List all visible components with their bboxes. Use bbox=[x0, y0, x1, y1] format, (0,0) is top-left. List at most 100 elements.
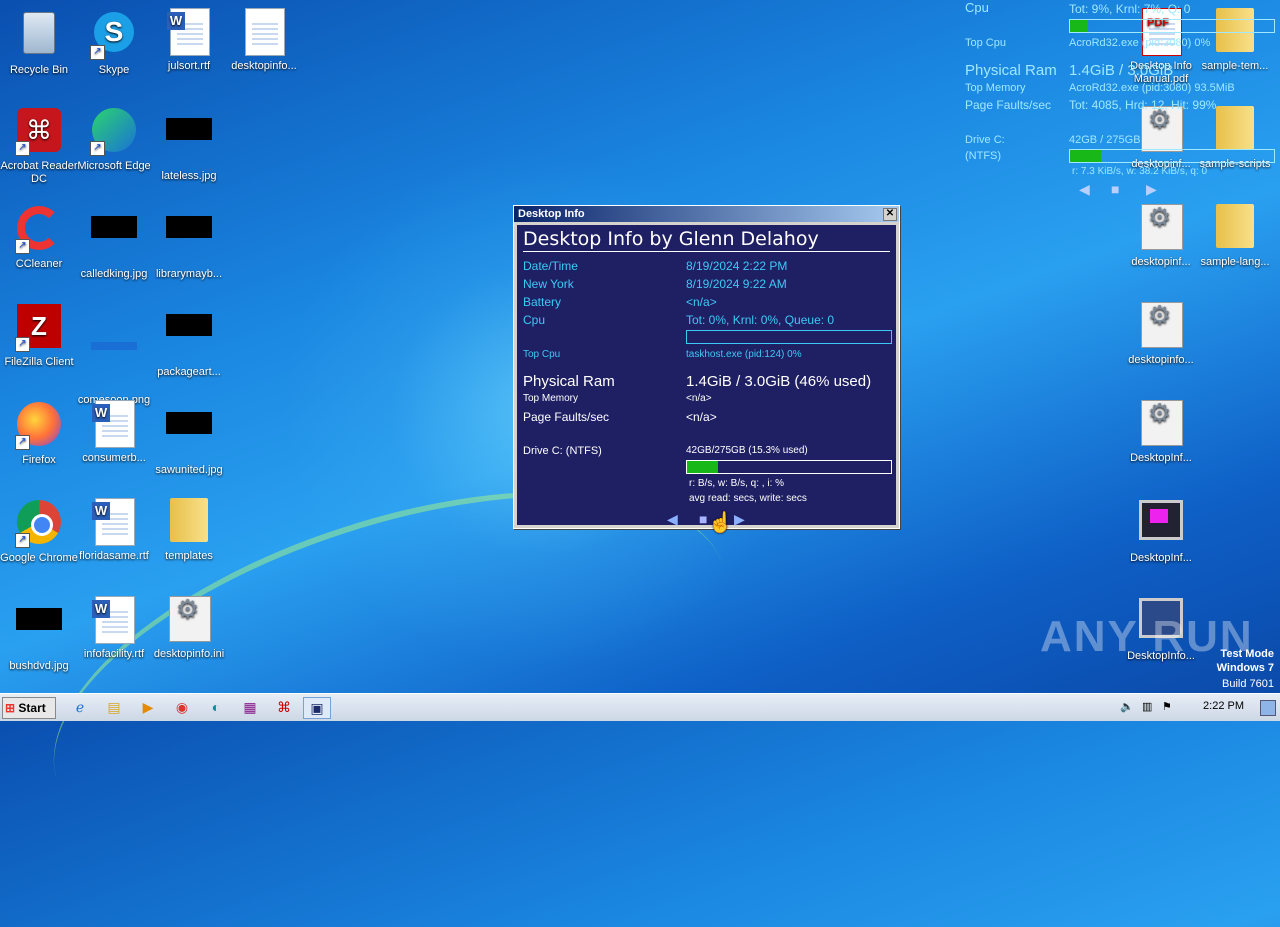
next-page-button[interactable]: ▶ bbox=[734, 511, 745, 528]
window-body: Desktop Info by Glenn Delahoy Date/Time … bbox=[517, 225, 896, 528]
desktop-icon-skype[interactable]: S ↗ Skype bbox=[75, 8, 153, 77]
testmode-text: Test Mode bbox=[1220, 648, 1274, 660]
desktop-icon-label: sawunited.jpg bbox=[155, 464, 223, 476]
desktop-icon-desktopinfo[interactable]: desktopinfo... bbox=[1122, 302, 1200, 367]
desktop-icon-desktopinf[interactable]: desktopinf... bbox=[1122, 204, 1200, 269]
cpu-value: Tot: 0%, Krnl: 0%, Queue: 0 bbox=[686, 313, 835, 327]
desktop-icon-floridasame-rtf[interactable]: Wfloridasame.rtf bbox=[75, 498, 153, 563]
desktop-icon-packageart[interactable]: packageart... bbox=[150, 302, 228, 379]
skype-icon: S ↗ bbox=[90, 12, 138, 60]
close-button[interactable]: ✕ bbox=[883, 208, 897, 221]
overlay-cpu-bar bbox=[1069, 19, 1275, 33]
desktop-info-window[interactable]: Desktop Info ✕ Desktop Info by Glenn Del… bbox=[513, 205, 900, 529]
desktop-icon-label: Microsoft Edge bbox=[77, 160, 151, 172]
desktop-icon-label: desktopinfo.ini bbox=[153, 648, 225, 660]
winrar-icon[interactable]: ▦ bbox=[237, 697, 263, 717]
desktop-icon-label: bushdvd.jpg bbox=[9, 660, 69, 672]
desktop-icon-librarymayb[interactable]: librarymayb... bbox=[150, 204, 228, 281]
desktop-icon-label: sample-tem... bbox=[1201, 60, 1269, 72]
desktop-icon-label: CCleaner bbox=[15, 258, 63, 270]
overlay-stop-button[interactable]: ■ bbox=[1111, 181, 1119, 197]
desktop-icon-bushdvd-jpg[interactable]: bushdvd.jpg bbox=[0, 596, 78, 673]
dialog-heading: Desktop Info by Glenn Delahoy bbox=[523, 227, 890, 252]
desktop-icon-comesoon-png[interactable]: comesoon.png bbox=[75, 302, 153, 407]
window-titlebar[interactable]: Desktop Info ✕ bbox=[514, 206, 899, 222]
taskbar: ⊞ Start ℯ ▤ ▶ ◉ ◐ ▦ ⌘ ▣ 🔈 ▥ ⚑ 2:22 PM bbox=[0, 693, 1280, 721]
shortcut-arrow-icon: ↗ bbox=[90, 45, 105, 60]
desktop-icon-firefox[interactable]: ↗ Firefox bbox=[0, 400, 78, 467]
folder-icon bbox=[1211, 204, 1259, 252]
flag-icon[interactable]: ⚑ bbox=[1162, 700, 1172, 713]
desktop-icon-label: desktopinfo... bbox=[1128, 354, 1194, 366]
desktop-icon-julsort-rtf[interactable]: Wjulsort.rtf bbox=[150, 8, 228, 73]
explorer-icon[interactable]: ▤ bbox=[101, 697, 127, 717]
desktop-icon-google-chrome[interactable]: ↗ Google Chrome bbox=[0, 498, 78, 565]
overlay-next-button[interactable]: ▶ bbox=[1146, 181, 1157, 198]
acrobat-icon[interactable]: ⌘ bbox=[271, 697, 297, 717]
chrome-icon[interactable]: ◉ bbox=[169, 697, 195, 717]
firefox-icon: ↗ bbox=[15, 402, 63, 450]
desktop-icon-desktopinf[interactable]: DesktopInf... bbox=[1122, 400, 1200, 465]
start-button[interactable]: ⊞ Start bbox=[2, 697, 56, 719]
overlay-cpu-value: Tot: 9%, Krnl: 7%, Q: 0 bbox=[1069, 2, 1191, 16]
overlay-drive-label: Drive C: bbox=[965, 134, 1005, 146]
window-title: Desktop Info bbox=[518, 208, 585, 220]
desktop-icon-desktopinfo-ini[interactable]: desktopinfo.ini bbox=[150, 596, 228, 661]
overlay-topcpu-value: AcroRd32.exe (pid:3080) 0% bbox=[1069, 37, 1211, 49]
blackimg-icon bbox=[90, 216, 138, 264]
battery-label: Battery bbox=[523, 295, 562, 309]
prev-page-button[interactable]: ◀ bbox=[667, 511, 678, 528]
overlay-prev-button[interactable]: ◀ bbox=[1079, 181, 1090, 198]
desktopinfo-taskbar-icon[interactable]: ▣ bbox=[303, 697, 331, 719]
faults-value: <n/a> bbox=[686, 410, 717, 424]
desktop-icon-filezilla-client[interactable]: Z ↗ FileZilla Client bbox=[0, 302, 78, 369]
clock[interactable]: 2:22 PM bbox=[1203, 700, 1244, 712]
desktop-icon-sample-lang[interactable]: sample-lang... bbox=[1196, 204, 1274, 269]
stop-button[interactable]: ■ bbox=[699, 511, 707, 527]
desktop-icon-acrobat-reader-dc[interactable]: ⌘ ↗ Acrobat Reader DC bbox=[0, 106, 78, 186]
desktop-icon-label: DesktopInf... bbox=[1130, 552, 1192, 564]
desktop-icon-infofacility-rtf[interactable]: Winfofacility.rtf bbox=[75, 596, 153, 661]
gear-icon bbox=[1137, 302, 1185, 350]
blackimg-icon bbox=[165, 314, 213, 362]
topcpu-value: taskhost.exe (pid:124) 0% bbox=[686, 349, 802, 360]
desktop-icon-ccleaner[interactable]: ↗ CCleaner bbox=[0, 204, 78, 271]
word-icon: W bbox=[90, 596, 138, 644]
desktop-icon-sawunited-jpg[interactable]: sawunited.jpg bbox=[150, 400, 228, 477]
start-label: Start bbox=[18, 701, 46, 715]
folder-icon bbox=[165, 498, 213, 546]
overlay-ram-value: 1.4GiB / 3.0GiB bbox=[1069, 62, 1174, 79]
overlay-ram-label: Physical Ram bbox=[965, 62, 1057, 79]
gear-icon bbox=[1137, 400, 1185, 448]
desktop-icon-label: Google Chrome bbox=[0, 552, 78, 564]
desktop-icon-calledking-jpg[interactable]: calledking.jpg bbox=[75, 204, 153, 281]
desktop-icon-label: DesktopInf... bbox=[1130, 452, 1192, 464]
gear-icon bbox=[1137, 204, 1185, 252]
edge-icon[interactable]: ◐ bbox=[203, 697, 229, 717]
desktop-icon-label: templates bbox=[165, 550, 213, 562]
overlay-faults-value: Tot: 4085, Hrd: 12, Hit: 99% bbox=[1069, 98, 1217, 112]
edge-icon: ↗ bbox=[90, 108, 138, 156]
overlay-drive-value: 42GB / 275GB bbox=[1069, 134, 1141, 146]
desktop-icon-microsoft-edge[interactable]: ↗ Microsoft Edge bbox=[75, 106, 153, 173]
drive-label: Drive C: (NTFS) bbox=[523, 445, 602, 457]
datetime-label: Date/Time bbox=[523, 259, 578, 273]
desktop-icon-consumerb[interactable]: Wconsumerb... bbox=[75, 400, 153, 465]
blackimg-icon bbox=[165, 118, 213, 166]
volume-icon[interactable]: 🔈 bbox=[1120, 700, 1134, 713]
ccleaner-icon: ↗ bbox=[15, 206, 63, 254]
desktop-icon-recycle-bin[interactable]: Recycle Bin bbox=[0, 8, 78, 77]
desktop-icon-desktopinf[interactable]: DesktopInf... bbox=[1122, 498, 1200, 565]
desktop-icon-lateless-jpg[interactable]: lateless.jpg bbox=[150, 106, 228, 183]
show-desktop-button[interactable] bbox=[1260, 700, 1276, 716]
shortcut-arrow-icon: ↗ bbox=[90, 141, 105, 156]
network-icon[interactable]: ▥ bbox=[1142, 700, 1152, 713]
blackimg-icon bbox=[165, 216, 213, 264]
desktop-icon-label: julsort.rtf bbox=[167, 60, 211, 72]
desktop-icon-label: floridasame.rtf bbox=[79, 550, 149, 562]
desktop-icon-label: desktopinf... bbox=[1131, 256, 1191, 268]
media-player-icon[interactable]: ▶ bbox=[135, 697, 161, 717]
internet-explorer-icon[interactable]: ℯ bbox=[67, 697, 93, 717]
desktop-icon-templates[interactable]: templates bbox=[150, 498, 228, 563]
desktop-icon-desktopinfo[interactable]: desktopinfo... bbox=[225, 8, 303, 73]
